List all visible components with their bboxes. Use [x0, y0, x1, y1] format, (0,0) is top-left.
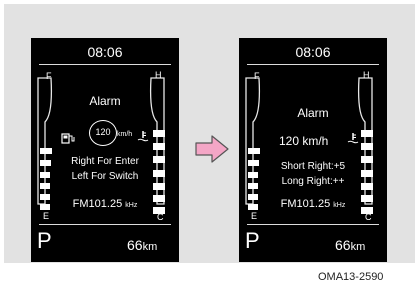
temp-cold-label: C	[365, 212, 372, 222]
speed-value-ring: 120	[89, 120, 117, 146]
top-divider	[39, 64, 171, 65]
instruction-line-2: Long Right:++	[281, 176, 345, 187]
top-divider	[247, 64, 379, 65]
gear-indicator: P	[245, 228, 260, 253]
temp-segment	[153, 183, 165, 190]
temp-segment	[361, 143, 373, 150]
temp-hot-label: H	[363, 70, 370, 80]
clock-time: 08:06	[87, 44, 123, 60]
fuel-full-label: F	[46, 71, 52, 81]
range-unit: km	[350, 241, 366, 253]
coolant-temp-icon	[347, 133, 359, 144]
gear-indicator: P	[37, 228, 52, 253]
radio-station: FM101.25	[280, 198, 331, 210]
range-value: 66	[335, 237, 351, 253]
instruction-line-2: Left For Switch	[71, 171, 139, 182]
right-arrow-icon	[195, 135, 229, 163]
figure-caption: OMA13-2590	[318, 271, 384, 283]
fuel-pump-icon	[61, 133, 75, 144]
fuel-full-label: F	[254, 71, 260, 81]
temp-segment	[153, 143, 165, 150]
alarm-title: Alarm	[297, 106, 329, 120]
bottom-divider	[247, 224, 379, 225]
cluster-screen-after: 08:06 F H E C Alarm 120 km/h Short Right…	[239, 38, 387, 262]
alarm-title: Alarm	[89, 94, 121, 108]
speed-unit: km/h	[117, 131, 133, 138]
temp-segment	[153, 130, 165, 137]
coolant-temp-icon	[137, 131, 149, 142]
temp-cold-label: C	[157, 212, 164, 222]
radio-display: FM101.25 kHz	[239, 198, 387, 210]
temp-hot-label: H	[155, 70, 162, 80]
radio-station: FM101.25	[72, 198, 123, 210]
bottom-divider	[39, 224, 171, 225]
cluster-screen-before: 08:06 F H E C Alarm 120 km/h Right For E…	[31, 38, 179, 262]
range-display: 66km	[335, 237, 365, 253]
radio-unit: kHz	[333, 202, 346, 209]
range-value: 66	[127, 237, 143, 253]
temp-segment	[361, 130, 373, 137]
range-unit: km	[142, 241, 158, 253]
radio-display: FM101.25 kHz	[31, 198, 179, 210]
instruction-line-1: Right For Enter	[71, 156, 139, 167]
radio-unit: kHz	[125, 202, 138, 209]
fuel-empty-label: E	[43, 211, 50, 221]
fuel-empty-label: E	[251, 211, 258, 221]
range-display: 66km	[127, 237, 157, 253]
instruction-line-1: Short Right:+5	[280, 161, 346, 172]
speed-setting: 120 km/h	[279, 134, 329, 148]
clock-time: 08:06	[295, 44, 331, 60]
